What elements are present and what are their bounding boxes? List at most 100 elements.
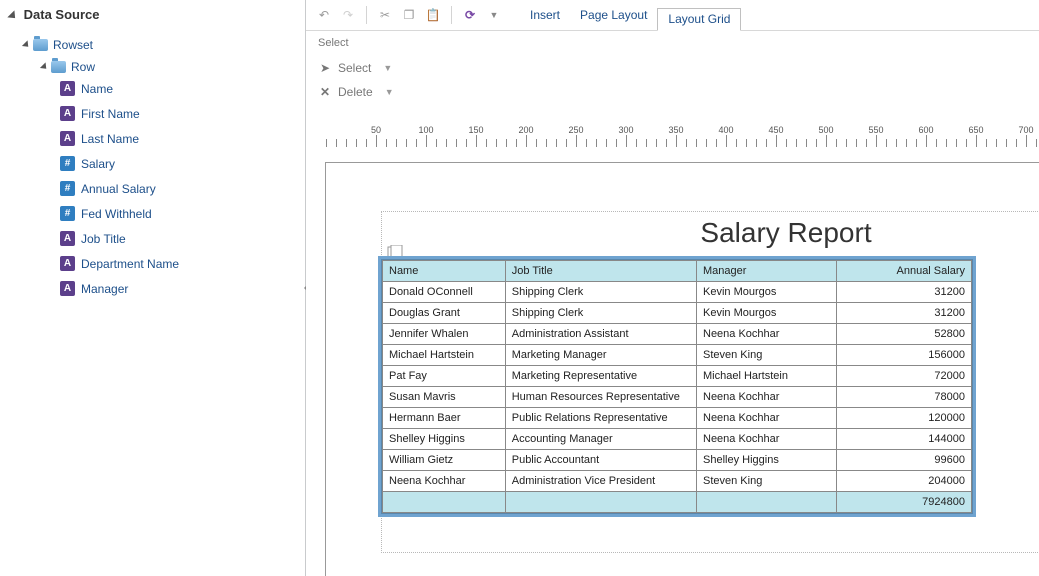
table-cell[interactable]: Douglas Grant: [383, 303, 506, 324]
ruler-minor-tick: [466, 139, 467, 147]
tree-field[interactable]: ALast Name: [60, 129, 305, 148]
table-cell[interactable]: Human Resources Representative: [505, 387, 696, 408]
table-cell[interactable]: 144000: [836, 429, 971, 450]
table-row[interactable]: Douglas GrantShipping ClerkKevin Mourgos…: [383, 303, 972, 324]
table-cell[interactable]: Neena Kochhar: [697, 387, 837, 408]
cut-button[interactable]: ✂: [374, 4, 396, 26]
table-cell[interactable]: Neena Kochhar: [697, 408, 837, 429]
table-cell[interactable]: Michael Hartstein: [383, 345, 506, 366]
ruler-minor-tick: [826, 139, 827, 147]
table-cell[interactable]: Administration Assistant: [505, 324, 696, 345]
table-cell[interactable]: Susan Mavris: [383, 387, 506, 408]
redo-button[interactable]: ↷: [337, 4, 359, 26]
table-total-row[interactable]: 7924800: [383, 492, 972, 513]
table-cell[interactable]: Shelley Higgins: [697, 450, 837, 471]
table-cell[interactable]: Accounting Manager: [505, 429, 696, 450]
refresh-button[interactable]: ⟳: [459, 4, 481, 26]
table-cell[interactable]: 31200: [836, 282, 971, 303]
tree-field[interactable]: ADepartment Name: [60, 254, 305, 273]
tree-field[interactable]: #Annual Salary: [60, 179, 305, 198]
table-row[interactable]: William GietzPublic AccountantShelley Hi…: [383, 450, 972, 471]
table-cell[interactable]: Shelley Higgins: [383, 429, 506, 450]
table-row[interactable]: Michael HartsteinMarketing ManagerSteven…: [383, 345, 972, 366]
table-cell[interactable]: Administration Vice President: [505, 471, 696, 492]
chevron-down-icon[interactable]: ▼: [385, 87, 394, 97]
ruler-minor-tick: [916, 139, 917, 147]
table-cell[interactable]: Steven King: [697, 471, 837, 492]
undo-button[interactable]: ↶: [313, 4, 335, 26]
tree-field[interactable]: AJob Title: [60, 229, 305, 248]
ruler-minor-tick: [486, 139, 487, 147]
table-cell[interactable]: Marketing Manager: [505, 345, 696, 366]
ruler-minor-tick: [906, 139, 907, 147]
select-button[interactable]: ➤ Select ▼: [316, 57, 1029, 79]
ruler-minor-tick: [596, 139, 597, 147]
table-cell[interactable]: Donald OConnell: [383, 282, 506, 303]
table-header[interactable]: Annual Salary: [836, 261, 971, 282]
table-cell[interactable]: Shipping Clerk: [505, 303, 696, 324]
table-cell[interactable]: Pat Fay: [383, 366, 506, 387]
table-cell[interactable]: Kevin Mourgos: [697, 282, 837, 303]
tab-layout-grid[interactable]: Layout Grid: [657, 8, 741, 31]
table-cell[interactable]: Shipping Clerk: [505, 282, 696, 303]
data-source-tree: Rowset Row AName AFirst Name ALast Name #Sa…: [0, 28, 305, 307]
paste-button[interactable]: 📋: [422, 4, 444, 26]
table-cell[interactable]: Public Accountant: [505, 450, 696, 471]
table-header[interactable]: Manager: [697, 261, 837, 282]
refresh-dropdown[interactable]: ▼: [483, 4, 505, 26]
table-cell[interactable]: Neena Kochhar: [697, 429, 837, 450]
table-header[interactable]: Job Title: [505, 261, 696, 282]
table-cell[interactable]: William Gietz: [383, 450, 506, 471]
table-cell[interactable]: Jennifer Whalen: [383, 324, 506, 345]
table-cell[interactable]: 78000: [836, 387, 971, 408]
table-cell[interactable]: 31200: [836, 303, 971, 324]
ruler-minor-tick: [506, 139, 507, 147]
table-cell[interactable]: Neena Kochhar: [697, 324, 837, 345]
table-cell[interactable]: [505, 492, 696, 513]
design-canvas[interactable]: Salary Report NameJob TitleManagerAnnual…: [306, 147, 1039, 576]
table-cell[interactable]: [383, 492, 506, 513]
tree-node-rowset[interactable]: Rowset: [24, 35, 305, 54]
tree-field[interactable]: AName: [60, 79, 305, 98]
table-cell[interactable]: 7924800: [836, 492, 971, 513]
table-row[interactable]: Pat FayMarketing RepresentativeMichael H…: [383, 366, 972, 387]
table-cell[interactable]: 120000: [836, 408, 971, 429]
table-cell[interactable]: 52800: [836, 324, 971, 345]
table-cell[interactable]: Steven King: [697, 345, 837, 366]
tab-page-layout[interactable]: Page Layout: [570, 4, 657, 26]
tree-field[interactable]: AManager: [60, 279, 305, 298]
report-table-frame[interactable]: NameJob TitleManagerAnnual Salary Donald…: [381, 259, 973, 514]
chevron-down-icon[interactable]: ▼: [383, 63, 392, 73]
report-title[interactable]: Salary Report: [326, 217, 1039, 249]
table-row[interactable]: Shelley HigginsAccounting ManagerNeena K…: [383, 429, 972, 450]
delete-button[interactable]: ✕ Delete ▼: [316, 81, 1029, 103]
table-header[interactable]: Name: [383, 261, 506, 282]
tree-field[interactable]: AFirst Name: [60, 104, 305, 123]
tree-node-row[interactable]: Row: [42, 57, 305, 76]
table-cell[interactable]: 99600: [836, 450, 971, 471]
tree-field[interactable]: #Salary: [60, 154, 305, 173]
tab-insert[interactable]: Insert: [520, 4, 570, 26]
collapse-icon[interactable]: [7, 10, 18, 21]
table-cell[interactable]: Hermann Baer: [383, 408, 506, 429]
table-cell[interactable]: Neena Kochhar: [383, 471, 506, 492]
table-row[interactable]: Hermann BaerPublic Relations Representat…: [383, 408, 972, 429]
table-cell[interactable]: 156000: [836, 345, 971, 366]
table-row[interactable]: Neena KochharAdministration Vice Preside…: [383, 471, 972, 492]
table-cell[interactable]: Michael Hartstein: [697, 366, 837, 387]
table-cell[interactable]: Marketing Representative: [505, 366, 696, 387]
chevron-down-icon[interactable]: [40, 62, 49, 71]
table-cell[interactable]: 204000: [836, 471, 971, 492]
table-cell[interactable]: [697, 492, 837, 513]
table-cell[interactable]: Public Relations Representative: [505, 408, 696, 429]
table-row[interactable]: Donald OConnellShipping ClerkKevin Mourg…: [383, 282, 972, 303]
tree-field[interactable]: #Fed Withheld: [60, 204, 305, 223]
copy-button[interactable]: ❐: [398, 4, 420, 26]
table-cell[interactable]: 72000: [836, 366, 971, 387]
table-row[interactable]: Susan MavrisHuman Resources Representati…: [383, 387, 972, 408]
table-row[interactable]: Jennifer WhalenAdministration AssistantN…: [383, 324, 972, 345]
table-cell[interactable]: Kevin Mourgos: [697, 303, 837, 324]
chevron-down-icon[interactable]: [22, 40, 31, 49]
report-table[interactable]: NameJob TitleManagerAnnual Salary Donald…: [382, 260, 972, 513]
ruler-minor-tick: [726, 139, 727, 147]
